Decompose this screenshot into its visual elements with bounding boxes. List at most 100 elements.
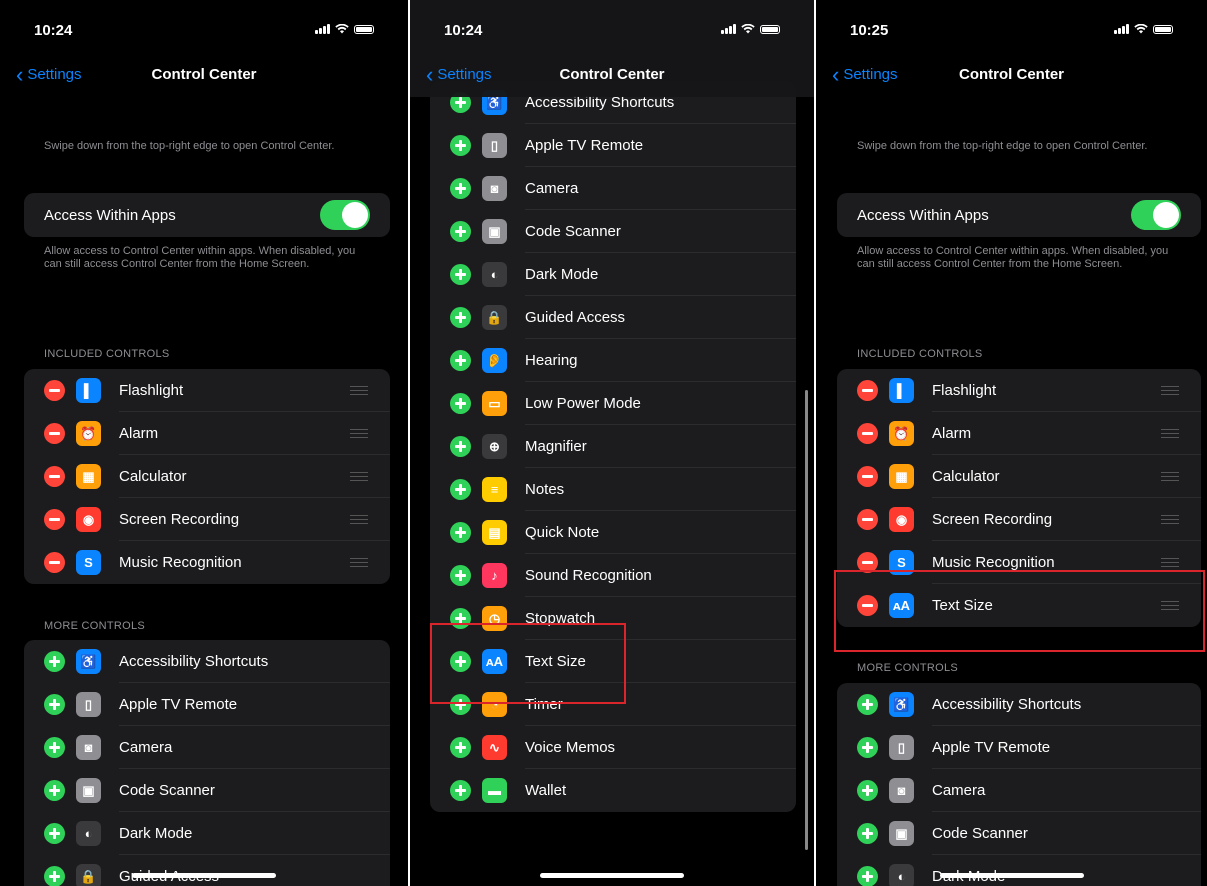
add-low-power-button[interactable] [450, 393, 471, 414]
remove-screen-recording-button[interactable] [857, 509, 878, 530]
add-apple-tv-button[interactable] [44, 694, 65, 715]
control-label: Screen Recording [932, 511, 1053, 528]
add-magnifier-button[interactable] [450, 436, 471, 457]
add-accessibility-button[interactable] [44, 651, 65, 672]
tv-remote-icon: ▯ [482, 133, 507, 158]
control-row-calculator[interactable]: ▦ Calculator [24, 455, 390, 498]
add-notes-button[interactable] [450, 479, 471, 500]
add-hearing-button[interactable] [450, 350, 471, 371]
control-row-guided-access[interactable]: 🔒Guided Access [430, 296, 796, 339]
add-wallet-button[interactable] [450, 780, 471, 801]
scrollbar[interactable] [805, 390, 808, 850]
control-row-apple-tv[interactable]: ▯ Apple TV Remote [430, 124, 796, 167]
status-bar: 10:24 [0, 0, 408, 56]
add-code-scanner-button[interactable] [44, 780, 65, 801]
reorder-handle-icon[interactable] [350, 429, 368, 438]
control-row-calculator[interactable]: ▦ Calculator [837, 455, 1201, 498]
reorder-handle-icon[interactable] [1161, 472, 1179, 481]
add-camera-button[interactable] [857, 780, 878, 801]
control-row-flashlight[interactable]: ▌ Flashlight [24, 369, 390, 412]
remove-flashlight-button[interactable] [44, 380, 65, 401]
reorder-handle-icon[interactable] [1161, 558, 1179, 567]
control-row-screen-recording[interactable]: ◉ Screen Recording [837, 498, 1201, 541]
tv-remote-icon: ▯ [889, 735, 914, 760]
control-row-code-scanner[interactable]: ▣ Code Scanner [837, 812, 1201, 855]
control-row-screen-recording[interactable]: ◉ Screen Recording [24, 498, 390, 541]
add-quick-note-button[interactable] [450, 522, 471, 543]
remove-alarm-button[interactable] [44, 423, 65, 444]
control-row-magnifier[interactable]: ⊕ Magnifier [430, 425, 796, 468]
control-row-hearing[interactable]: 👂 Hearing [430, 339, 796, 382]
remove-calculator-button[interactable] [857, 466, 878, 487]
control-row-camera[interactable]: ◙ Camera [24, 726, 390, 769]
add-dark-mode-button[interactable] [450, 264, 471, 285]
control-row-apple-tv[interactable]: ▯ Apple TV Remote [24, 683, 390, 726]
control-row-alarm[interactable]: ⏰ Alarm [837, 412, 1201, 455]
navigation-bar: ‹ Settings Control Center [0, 58, 408, 92]
add-camera-button[interactable] [44, 737, 65, 758]
remove-flashlight-button[interactable] [857, 380, 878, 401]
control-row-sound-recognition[interactable]: ♪ Sound Recognition [430, 554, 796, 597]
control-row-guided-access[interactable]: 🔒Guided Access [24, 855, 390, 886]
add-voice-memos-button[interactable] [450, 737, 471, 758]
control-row-accessibility[interactable]: ♿ Accessibility Shortcuts [24, 640, 390, 683]
control-row-dark-mode[interactable]: ◐Dark Mode [430, 253, 796, 296]
control-row-voice-memos[interactable]: ∿ Voice Memos [430, 726, 796, 769]
qr-code-icon: ▣ [482, 219, 507, 244]
add-code-scanner-button[interactable] [857, 823, 878, 844]
control-row-music-recognition[interactable]: S Music Recognition [24, 541, 390, 584]
remove-alarm-button[interactable] [857, 423, 878, 444]
add-dark-mode-button[interactable] [44, 823, 65, 844]
ear-icon: 👂 [482, 348, 507, 373]
add-guided-access-button[interactable] [44, 866, 65, 886]
control-row-code-scanner[interactable]: ▣ Code Scanner [24, 769, 390, 812]
status-bar: 10:25 [816, 0, 1207, 56]
access-within-apps-toggle[interactable] [320, 200, 370, 230]
control-row-dark-mode[interactable]: ◐Dark Mode [24, 812, 390, 855]
reorder-handle-icon[interactable] [350, 515, 368, 524]
reorder-handle-icon[interactable] [1161, 429, 1179, 438]
control-row-dark-mode[interactable]: ◐Dark Mode [837, 855, 1201, 886]
reorder-handle-icon[interactable] [350, 472, 368, 481]
remove-screen-recording-button[interactable] [44, 509, 65, 530]
remove-music-recognition-button[interactable] [44, 552, 65, 573]
home-indicator[interactable] [132, 873, 276, 878]
home-indicator[interactable] [939, 873, 1084, 878]
magnifier-icon: ⊕ [482, 434, 507, 459]
control-row-flashlight[interactable]: ▌ Flashlight [837, 369, 1201, 412]
remove-calculator-button[interactable] [44, 466, 65, 487]
control-row-notes[interactable]: ≡ Notes [430, 468, 796, 511]
control-label: Magnifier [525, 438, 587, 455]
reorder-handle-icon[interactable] [1161, 386, 1179, 395]
alarm-icon: ⏰ [889, 421, 914, 446]
add-sound-recognition-button[interactable] [450, 565, 471, 586]
access-within-apps-toggle[interactable] [1131, 200, 1181, 230]
control-row-camera[interactable]: ◙ Camera [837, 769, 1201, 812]
reorder-handle-icon[interactable] [350, 386, 368, 395]
add-code-scanner-button[interactable] [450, 221, 471, 242]
add-camera-button[interactable] [450, 178, 471, 199]
control-row-alarm[interactable]: ⏰ Alarm [24, 412, 390, 455]
control-label: Notes [525, 481, 565, 498]
add-dark-mode-button[interactable] [857, 866, 878, 886]
battery-icon [354, 24, 374, 34]
sound-recognition-icon: ♪ [482, 563, 507, 588]
control-row-low-power[interactable]: ▭ Low Power Mode [430, 382, 796, 425]
reorder-handle-icon[interactable] [350, 558, 368, 567]
control-row-camera[interactable]: ◙ Camera [430, 167, 796, 210]
control-row-quick-note[interactable]: ▤ Quick Note [430, 511, 796, 554]
add-accessibility-button[interactable] [857, 694, 878, 715]
control-row-apple-tv[interactable]: ▯ Apple TV Remote [837, 726, 1201, 769]
add-guided-access-button[interactable] [450, 307, 471, 328]
reorder-handle-icon[interactable] [1161, 515, 1179, 524]
wifi-icon [741, 24, 755, 34]
add-apple-tv-button[interactable] [450, 135, 471, 156]
shazam-icon: S [76, 550, 101, 575]
control-row-wallet[interactable]: ▬ Wallet [430, 769, 796, 812]
control-label: Hearing [525, 352, 578, 369]
control-row-accessibility[interactable]: ♿ Accessibility Shortcuts [837, 683, 1201, 726]
control-row-code-scanner[interactable]: ▣ Code Scanner [430, 210, 796, 253]
screenshot-panel-1: 10:24 ‹ Settings Control Center Swipe dow… [0, 0, 408, 886]
add-apple-tv-button[interactable] [857, 737, 878, 758]
home-indicator[interactable] [540, 873, 684, 878]
